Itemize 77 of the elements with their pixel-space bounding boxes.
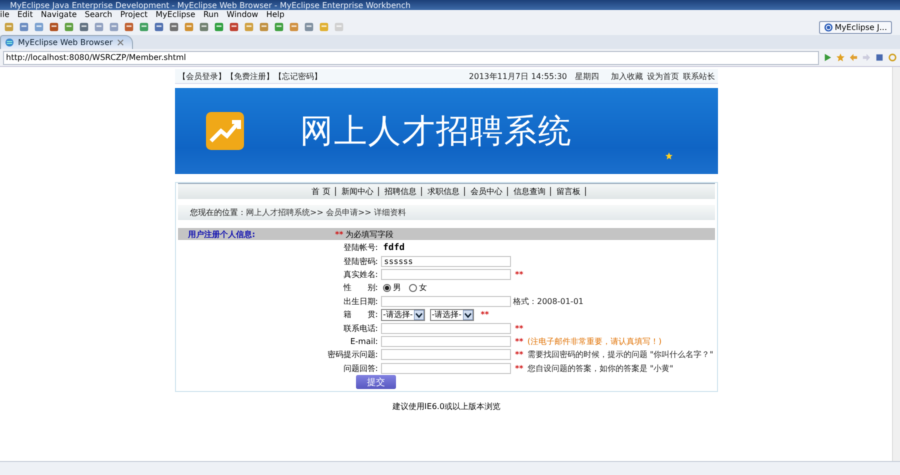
- field-hint: 需要找回密码的时候，提示的问题 "你叫什么名字？": [527, 349, 714, 360]
- required-mark: **: [515, 324, 524, 333]
- top-link[interactable]: 联系站长: [683, 70, 715, 82]
- required-mark: **: [515, 336, 524, 346]
- nav-link[interactable]: 招聘信息: [379, 187, 422, 196]
- window-title: MyEclipse Java Enterprise Development - MyEclipse Web Browser - MyEclipse Enterprise Workbench: [10, 0, 411, 10]
- field-label: 性 别:: [342, 282, 379, 294]
- radio-button[interactable]: [409, 284, 417, 292]
- field-hint: 格式：2008-01-01: [513, 296, 584, 307]
- field-label: 联系电话:: [342, 322, 379, 334]
- field-label: 问题回答:: [342, 362, 379, 374]
- radio-label: 女: [419, 282, 427, 294]
- menu-item[interactable]: Window: [226, 10, 258, 19]
- field-label: 籍 贯:: [342, 309, 379, 320]
- field-label: 登陆帐号:: [342, 242, 379, 254]
- radio-label: 男: [393, 282, 401, 294]
- caret-icon: [462, 310, 473, 320]
- field-hint: (注电子邮件非常重要，请认真填写！): [527, 336, 662, 347]
- account-value: fdfd: [382, 242, 405, 253]
- site-title: 网上人才招聘系统: [300, 110, 572, 152]
- field-label: 密码提示问题:: [326, 349, 379, 360]
- text-field[interactable]: [381, 336, 511, 347]
- star-icon[interactable]: [836, 53, 845, 62]
- stop-icon[interactable]: [875, 53, 884, 62]
- field-label: 真实姓名:: [342, 268, 379, 280]
- nav-link[interactable]: 求职信息: [422, 187, 466, 196]
- nav-link[interactable]: 新闻中心: [336, 187, 380, 196]
- required-mark: **: [335, 230, 344, 238]
- required-mark: **: [480, 310, 489, 320]
- menu-item[interactable]: Run: [203, 10, 219, 19]
- nav-link[interactable]: 信息查询: [508, 187, 552, 196]
- text-field[interactable]: [381, 362, 511, 374]
- submit-button[interactable]: 提交: [356, 375, 396, 390]
- field-label: 出生日期:: [342, 296, 379, 307]
- menu-item[interactable]: Project: [120, 10, 148, 19]
- required-note: 为必填写字段: [345, 228, 394, 240]
- text-field[interactable]: [381, 268, 511, 280]
- close-icon[interactable]: [116, 39, 124, 46]
- editor-tab[interactable]: MyEclipse Web Browser: [0, 35, 133, 49]
- radio-button[interactable]: [383, 284, 391, 292]
- footer-note: 建议使用IE6.0或以上版本浏览: [391, 401, 502, 412]
- nav-link[interactable]: 会员中心: [465, 187, 508, 196]
- breadcrumb-label: 您现在的位置：: [190, 207, 246, 218]
- url-field[interactable]: http://localhost:8080/WSRCZP/Member.shtml: [3, 50, 819, 64]
- menu-item[interactable]: Help: [266, 10, 284, 19]
- section-title: 用户注册个人信息:: [188, 228, 256, 240]
- top-link[interactable]: 设为首页: [647, 70, 679, 82]
- field-label: 登陆密码:: [342, 256, 379, 267]
- required-mark: **: [515, 364, 524, 373]
- text-field[interactable]: [381, 296, 511, 307]
- caret-icon: [414, 310, 424, 320]
- top-link[interactable]: 加入收藏: [611, 70, 643, 82]
- required-mark: **: [515, 270, 524, 279]
- select-field[interactable]: -请选择-: [430, 308, 474, 321]
- nav-link[interactable]: 首 页: [306, 187, 336, 196]
- text-field[interactable]: [381, 349, 511, 360]
- breadcrumb-path: 网上人才招聘系统>> 会员申请>> 详细资料: [246, 207, 406, 218]
- perspective-button[interactable]: MyEclipse J...: [818, 20, 892, 34]
- go-icon[interactable]: [823, 53, 832, 62]
- weekday: 星期四: [575, 70, 599, 82]
- star-icon: [665, 152, 673, 160]
- menu-item[interactable]: ile: [0, 10, 10, 19]
- menu-item[interactable]: MyEclipse: [156, 10, 196, 19]
- chart-logo-icon: [205, 111, 245, 151]
- text-field[interactable]: ssssss: [381, 256, 511, 267]
- menu-item[interactable]: Search: [84, 10, 112, 19]
- scrollbar[interactable]: [892, 67, 900, 461]
- nav-link[interactable]: 留言板: [551, 187, 586, 196]
- field-label: E-mail:: [349, 336, 379, 346]
- menu-item[interactable]: Navigate: [40, 10, 77, 19]
- required-mark: **: [515, 350, 524, 360]
- menu-item[interactable]: Edit: [17, 10, 33, 19]
- field-hint: 您自设问题的答案，如你的答案是 "小黄": [527, 362, 674, 374]
- account-links[interactable]: 【会员登录】【免费注册】【忘记密码】: [178, 70, 322, 82]
- date-time: 2013年11月7日 14:55:30: [468, 70, 567, 82]
- select-field[interactable]: -请选择-: [381, 308, 425, 321]
- text-field[interactable]: [381, 322, 511, 334]
